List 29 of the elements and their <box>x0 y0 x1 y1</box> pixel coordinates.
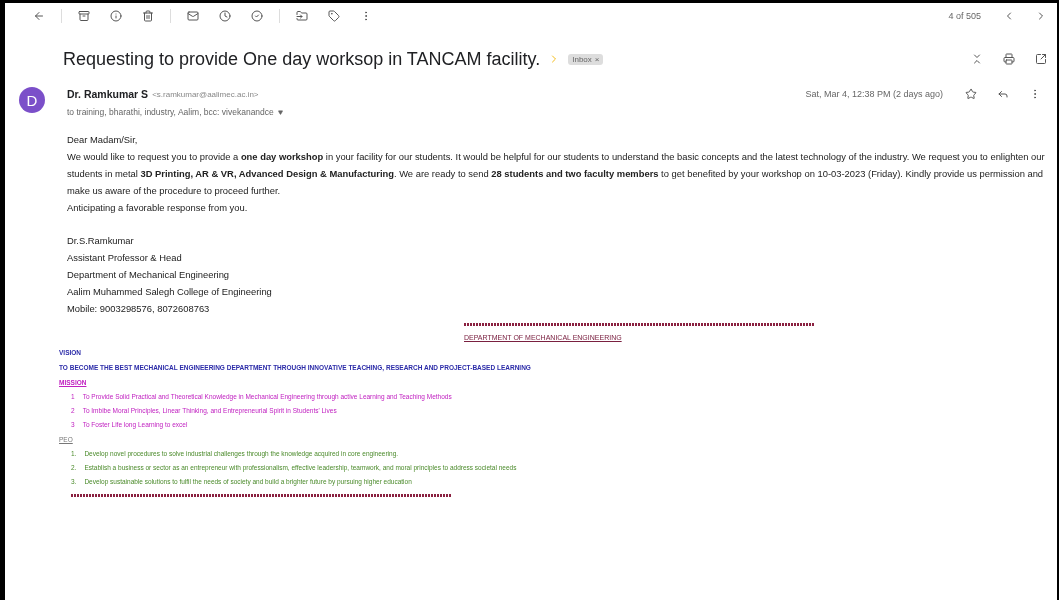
sender-email: <s.ramkumar@aalimec.ac.in> <box>152 89 259 99</box>
signature-line: Mobile: 9003298576, 8072608763 <box>67 302 211 316</box>
report-button[interactable] <box>109 9 123 23</box>
sender-name: Dr. Ramkumar S <box>67 88 149 100</box>
dropdown-caret-icon <box>277 109 283 115</box>
print-button[interactable] <box>1002 52 1016 66</box>
inbox-label[interactable]: Inbox × <box>568 53 604 65</box>
signature-line: Department of Mechanical Engineering <box>67 268 231 282</box>
message-counter: 4 of 505 <box>948 11 981 21</box>
greeting-text: Dear Madam/Sir, <box>67 133 139 147</box>
closing-text: Anticipating a favorable response from you. <box>67 201 249 215</box>
open-new-window-button[interactable] <box>1034 52 1048 66</box>
mail-button[interactable] <box>186 9 200 23</box>
message-date: Sat, Mar 4, 12:38 PM (2 days ago) <box>805 89 943 99</box>
move-button[interactable] <box>295 9 309 23</box>
recipients-dropdown[interactable]: to training, bharathi, industry, Aalim, bcc: vivekanandce <box>67 107 283 117</box>
back-button[interactable] <box>32 9 46 23</box>
signature-line: Dr.S.Ramkumar <box>67 234 135 248</box>
delete-button[interactable] <box>141 9 155 23</box>
email-subject: Requesting to provide One day worksop in TANCAM facility. <box>63 48 541 70</box>
sender-avatar: D <box>19 87 45 113</box>
message-paragraph: We would like to request you to provide a one day workshop in your facility for our students. It would be helpful for our students to understand the basic concepts and the latest technology of the industry. We request you to enlighten our students in metal 3D Printing, AR & VR, Advanced Design & Manufacturing. We are ready to send 28 students and two faculty members to get benefited by your workshop on 10-03-2023 (Friday). Kindly provide us permission and make us aware of the procedure to proceed further. <box>67 150 1046 198</box>
archive-button[interactable] <box>77 9 91 23</box>
signature-line: Assistant Professor & Head <box>67 251 183 265</box>
add-task-button[interactable] <box>250 9 264 23</box>
signature-line: Aalim Muhammed Salegh College of Engineering <box>67 285 273 299</box>
label-button[interactable] <box>327 9 341 23</box>
snooze-button[interactable] <box>218 9 232 23</box>
star-button[interactable] <box>964 87 978 101</box>
